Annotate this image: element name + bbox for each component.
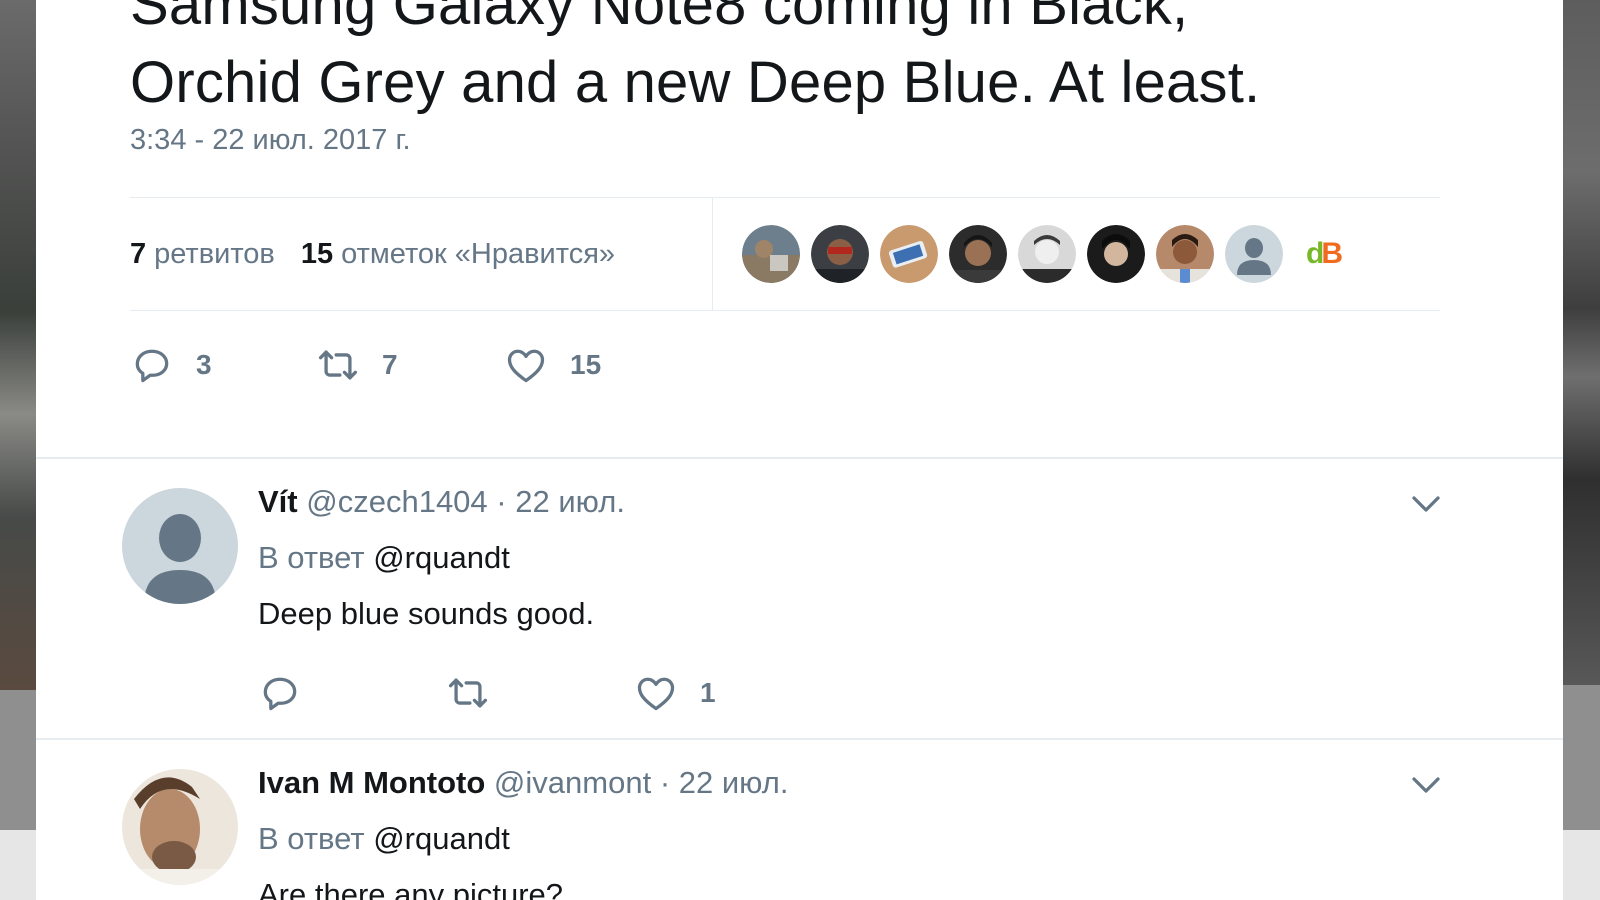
reply-text: Are there any picture? bbox=[258, 877, 564, 900]
reply-date[interactable]: 22 июл. bbox=[515, 484, 625, 519]
retweet-action[interactable] bbox=[446, 671, 634, 715]
reply-author-handle[interactable]: @ivanmont bbox=[494, 765, 651, 800]
tweet-timestamp[interactable]: 3:34 - 22 июл. 2017 г. bbox=[130, 124, 411, 157]
backdrop-panel-left bbox=[0, 690, 36, 830]
tweet-text-line-1: Samsung Galaxy Note8 coming in Black, bbox=[130, 0, 1189, 37]
liker-avatar-3[interactable] bbox=[880, 225, 938, 283]
profile-photo bbox=[122, 769, 238, 885]
heart-icon bbox=[637, 677, 675, 711]
db-logo-d: d bbox=[1306, 237, 1324, 270]
reply-action[interactable]: 3 bbox=[130, 343, 316, 387]
reply-mention-link[interactable]: @rquandt bbox=[373, 821, 510, 856]
likes-stat-count: 15 bbox=[300, 237, 334, 270]
reply-mention-link[interactable]: @rquandt bbox=[373, 540, 510, 575]
likes-stat-label: отметок «Нравится» bbox=[341, 237, 616, 270]
likes-stat[interactable]: 15 отметок «Нравится» bbox=[301, 238, 615, 271]
liker-avatar-default[interactable] bbox=[1225, 225, 1283, 283]
retweets-stat[interactable]: 7 ретвитов bbox=[130, 238, 275, 271]
reply-action[interactable] bbox=[258, 671, 446, 715]
like-count: 1 bbox=[700, 677, 716, 708]
reply-divider bbox=[36, 738, 1563, 740]
backdrop-footer-left bbox=[0, 830, 36, 900]
reply-text: Deep blue sounds good. bbox=[258, 596, 595, 631]
liker-avatar-2[interactable] bbox=[811, 225, 869, 283]
reply-author-handle[interactable]: @czech1404 bbox=[306, 484, 487, 519]
stat-counts: 7 ретвитов 15 отметок «Нравится» bbox=[130, 198, 713, 310]
reply-author-name[interactable]: Vít bbox=[258, 484, 298, 519]
backdrop-image-left bbox=[0, 0, 36, 690]
heart-icon bbox=[507, 349, 545, 383]
avatar[interactable] bbox=[122, 488, 238, 604]
reply-date[interactable]: 22 июл. bbox=[679, 765, 789, 800]
reply-tweet[interactable]: Ivan M Montoto @ivanmont · 22 июл. В отв… bbox=[36, 741, 1563, 900]
reply-separator: · bbox=[496, 484, 507, 519]
like-count: 15 bbox=[570, 349, 602, 380]
db-logo-b: B bbox=[1321, 237, 1343, 270]
backdrop-panel-right bbox=[1563, 685, 1600, 830]
reply-header: Vít @czech1404 · 22 июл. bbox=[258, 484, 625, 520]
reply-actions: 1 bbox=[258, 671, 716, 715]
retweet-action[interactable]: 7 bbox=[316, 343, 504, 387]
backdrop-image-right bbox=[1563, 0, 1600, 685]
retweets-stat-count: 7 bbox=[130, 237, 147, 270]
tweet-modal: Samsung Galaxy Note8 coming in Black, Or… bbox=[36, 0, 1563, 900]
reply-icon bbox=[263, 677, 297, 711]
thread-divider bbox=[36, 457, 1563, 459]
reply-author-name[interactable]: Ivan M Montoto bbox=[258, 765, 485, 800]
avatar[interactable] bbox=[122, 769, 238, 885]
liker-avatar-1[interactable] bbox=[742, 225, 800, 283]
reply-tweet[interactable]: Vít @czech1404 · 22 июл. В ответ @rquand… bbox=[36, 460, 1563, 738]
reply-prefix: В ответ bbox=[258, 540, 365, 575]
default-avatar-icon bbox=[122, 488, 238, 604]
chevron-down-icon[interactable] bbox=[1408, 767, 1444, 803]
reply-context: В ответ @rquandt bbox=[258, 540, 510, 576]
like-action[interactable]: 1 bbox=[634, 671, 716, 715]
reply-count: 3 bbox=[196, 349, 212, 380]
reply-header: Ivan M Montoto @ivanmont · 22 июл. bbox=[258, 765, 788, 801]
reply-icon bbox=[135, 349, 169, 383]
tweet-stats: 7 ретвитов 15 отметок «Нравится» d B bbox=[130, 197, 1440, 311]
reply-prefix: В ответ bbox=[258, 821, 365, 856]
liker-avatar-db-logo[interactable]: dB bbox=[1294, 225, 1352, 283]
tweet-text: Samsung Galaxy Note8 coming in Black, Or… bbox=[130, 0, 1510, 122]
reply-separator: · bbox=[659, 765, 671, 800]
tweet-actions: 3 7 15 bbox=[130, 340, 601, 390]
retweets-stat-label: ретвитов bbox=[154, 237, 275, 270]
retweet-count: 7 bbox=[382, 349, 398, 380]
liker-avatars: dB bbox=[742, 225, 1352, 283]
liker-avatar-4[interactable] bbox=[949, 225, 1007, 283]
tweet-text-line-2: Orchid Grey and a new Deep Blue. At leas… bbox=[130, 50, 1261, 115]
liker-avatar-7[interactable] bbox=[1156, 225, 1214, 283]
backdrop-footer-right bbox=[1563, 830, 1600, 900]
retweet-icon bbox=[318, 350, 358, 380]
like-action[interactable]: 15 bbox=[504, 343, 601, 387]
chevron-down-icon[interactable] bbox=[1408, 486, 1444, 522]
liker-avatar-5[interactable] bbox=[1018, 225, 1076, 283]
reply-context: В ответ @rquandt bbox=[258, 821, 510, 857]
retweet-icon bbox=[448, 678, 488, 708]
liker-avatar-6[interactable] bbox=[1087, 225, 1145, 283]
